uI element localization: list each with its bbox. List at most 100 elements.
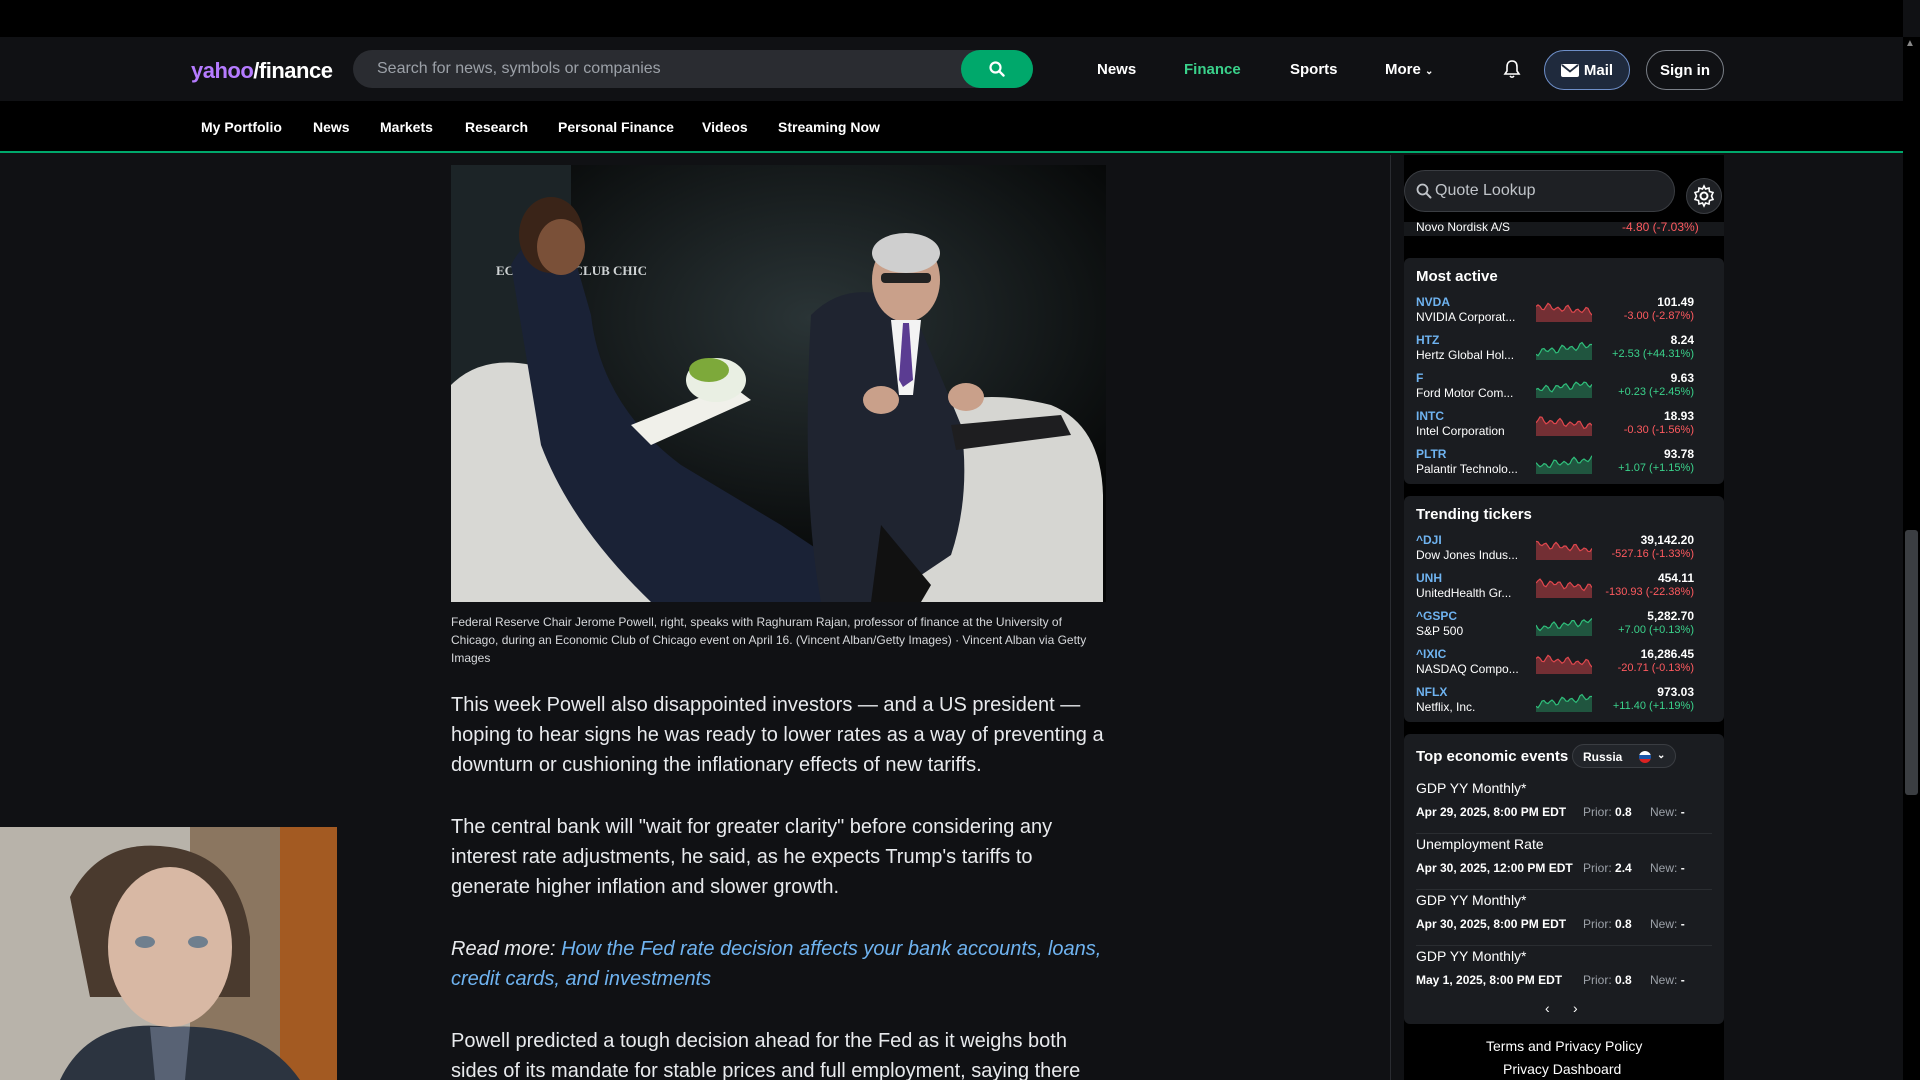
economic-event-row[interactable]: GDP YY Monthly* Apr 30, 2025, 8:00 PM EDT… [1416, 890, 1712, 946]
subnav-news[interactable]: News [313, 119, 350, 135]
nav-news[interactable]: News [1097, 61, 1136, 78]
ticker-name: NASDAQ Compo... [1416, 662, 1519, 676]
sign-in-button[interactable]: Sign in [1646, 50, 1724, 90]
chevron-down-icon: ⌄ [1425, 66, 1434, 77]
trending-row[interactable]: UNH UnitedHealth Gr... 454.11 -130.93 (-22.… [1416, 568, 1712, 606]
ticker-price: 39,142.20 [1640, 533, 1694, 547]
photo-caption: Federal Reserve Chair Jerome Powell, rig… [451, 615, 1087, 665]
event-date: Apr 29, 2025, 8:00 PM EDT [1416, 805, 1567, 819]
partial-ticker-change: -4.80 (-7.03%) [1622, 222, 1699, 234]
most-active-row[interactable]: INTC Intel Corporation 18.93 -0.30 (-1.56%) [1416, 406, 1712, 444]
terms-privacy-link[interactable]: Terms and Privacy Policy [1486, 1038, 1642, 1054]
new-label: New: [1650, 861, 1678, 875]
russia-flag-icon [1639, 751, 1651, 763]
economic-event-row[interactable]: Unemployment Rate Apr 30, 2025, 12:00 PM … [1416, 834, 1712, 890]
read-more-paragraph: Read more: How the Fed rate decision aff… [451, 934, 1111, 994]
nav-sports[interactable]: Sports [1290, 61, 1338, 78]
privacy-dashboard-link[interactable]: Privacy Dashboard [1503, 1061, 1621, 1077]
envelope-icon [1560, 63, 1579, 77]
partial-ticker-row[interactable]: Novo Nordisk A/S -4.80 (-7.03%) [1404, 222, 1724, 236]
quote-lookup-box [1404, 170, 1675, 212]
most-active-row[interactable]: PLTR Palantir Technolo... 93.78 +1.07 (+1.1… [1416, 444, 1712, 482]
trending-row[interactable]: ^DJI Dow Jones Indus... 39,142.20 -527.16 (… [1416, 530, 1712, 568]
ticker-name: Palantir Technolo... [1416, 462, 1518, 476]
ticker-change: +11.40 (+1.19%) [1612, 700, 1694, 712]
quote-lookup-input[interactable] [1435, 171, 1665, 211]
subnav-my-portfolio[interactable]: My Portfolio [201, 119, 282, 135]
trending-row[interactable]: ^GSPC S&P 500 5,282.70 +7.00 (+0.13%) [1416, 606, 1712, 644]
ticker-name: S&P 500 [1416, 624, 1464, 638]
ticker-price: 16,286.45 [1640, 647, 1694, 661]
trending-row[interactable]: NFLX Netflix, Inc. 973.03 +11.40 (+1.19%) [1416, 682, 1712, 720]
new-value: - [1680, 861, 1685, 875]
bell-icon[interactable] [1503, 59, 1521, 79]
most-active-row[interactable]: NVDA NVIDIA Corporat... 101.49 -3.00 (-2.87… [1416, 292, 1712, 330]
search-button[interactable] [961, 50, 1033, 88]
ticker-symbol[interactable]: HTZ [1416, 333, 1439, 347]
ticker-change: -527.16 (-1.33%) [1611, 548, 1694, 560]
prior-label: Prior: [1583, 861, 1612, 875]
event-prior: Prior: 0.8 [1583, 805, 1632, 819]
ticker-symbol[interactable]: UNH [1416, 571, 1442, 585]
trending-row[interactable]: ^IXIC NASDAQ Compo... 16,286.45 -20.71 (-0.… [1416, 644, 1712, 682]
sparkline-chart [1536, 341, 1592, 360]
prior-label: Prior: [1583, 917, 1612, 931]
country-label: Russia [1583, 750, 1623, 764]
event-prior: Prior: 2.4 [1583, 861, 1632, 875]
ticker-change: +1.07 (+1.15%) [1618, 462, 1694, 474]
mail-button[interactable]: Mail [1544, 50, 1630, 90]
sparkline-chart [1536, 693, 1592, 712]
ticker-symbol[interactable]: NFLX [1416, 685, 1447, 699]
new-label: New: [1650, 917, 1678, 931]
settings-button[interactable] [1686, 178, 1722, 214]
ticker-symbol[interactable]: ^DJI [1416, 533, 1442, 547]
most-active-row[interactable]: F Ford Motor Com... 9.63 +0.23 (+2.45%) [1416, 368, 1712, 406]
subnav-streaming-now[interactable]: Streaming Now [778, 119, 880, 135]
subnav-videos[interactable]: Videos [702, 119, 748, 135]
nav-finance[interactable]: Finance [1184, 61, 1241, 78]
ticker-name: Intel Corporation [1416, 424, 1505, 438]
yahoo-finance-logo[interactable]: yahoo/finance [191, 58, 333, 84]
article-paragraph-3: Powell predicted a tough decision ahead … [451, 1030, 1081, 1080]
country-select[interactable]: Russia ⌄ [1572, 744, 1676, 768]
ticker-symbol[interactable]: ^GSPC [1416, 609, 1457, 623]
economic-event-row[interactable]: GDP YY Monthly* Apr 29, 2025, 8:00 PM EDT… [1416, 778, 1712, 834]
ticker-name: Hertz Global Hol... [1416, 348, 1515, 362]
read-more-label: Read more: [451, 938, 556, 960]
scroll-up-arrow-icon[interactable]: ▲ [1905, 38, 1915, 49]
browser-top-strip [0, 0, 1903, 37]
new-label: New: [1650, 805, 1678, 819]
chevron-down-icon: ⌄ [1657, 750, 1666, 761]
sparkline-chart [1536, 540, 1592, 560]
ticker-symbol[interactable]: NVDA [1416, 295, 1450, 309]
scrollbar-thumb[interactable] [1905, 530, 1918, 795]
most-active-row[interactable]: HTZ Hertz Global Hol... 8.24 +2.53 (+44.31%… [1416, 330, 1712, 368]
sparkline-chart [1536, 416, 1592, 436]
article-paragraph-2: The central bank will "wait for greater … [451, 816, 1053, 898]
search-input[interactable] [377, 50, 957, 88]
ticker-name: Ford Motor Com... [1416, 386, 1514, 400]
subnav-personal-finance[interactable]: Personal Finance [558, 119, 674, 135]
ticker-change: +2.53 (+44.31%) [1612, 348, 1694, 360]
events-next-button[interactable]: › [1573, 1000, 1578, 1016]
event-new: New: - [1650, 861, 1685, 875]
sidebar-divider [1390, 155, 1391, 1080]
ticker-symbol[interactable]: ^IXIC [1416, 647, 1446, 661]
sub-navigation: My Portfolio News Markets Research Perso… [0, 101, 1903, 153]
ticker-price: 101.49 [1657, 295, 1694, 309]
ticker-symbol[interactable]: PLTR [1416, 447, 1446, 461]
nav-more[interactable]: More ⌄ [1385, 61, 1433, 78]
prior-value: 0.8 [1615, 973, 1632, 987]
subnav-research[interactable]: Research [465, 119, 528, 135]
events-prev-button[interactable]: ‹ [1545, 1000, 1550, 1016]
economic-event-row[interactable]: GDP YY Monthly* May 1, 2025, 8:00 PM EDT P… [1416, 946, 1712, 1002]
ticker-symbol[interactable]: INTC [1416, 409, 1444, 423]
subnav-markets[interactable]: Markets [380, 119, 433, 135]
ticker-change: +7.00 (+0.13%) [1618, 624, 1694, 636]
sparkline-chart [1536, 381, 1592, 398]
ticker-symbol[interactable]: F [1416, 371, 1423, 385]
article-paragraph-1: This week Powell also disappointed inves… [451, 694, 1104, 776]
prior-value: 0.8 [1615, 917, 1632, 931]
trending-tickers-title: Trending tickers [1416, 506, 1532, 523]
economic-events-card: Top economic events Russia ⌄ GDP YY Mont… [1404, 734, 1724, 1024]
